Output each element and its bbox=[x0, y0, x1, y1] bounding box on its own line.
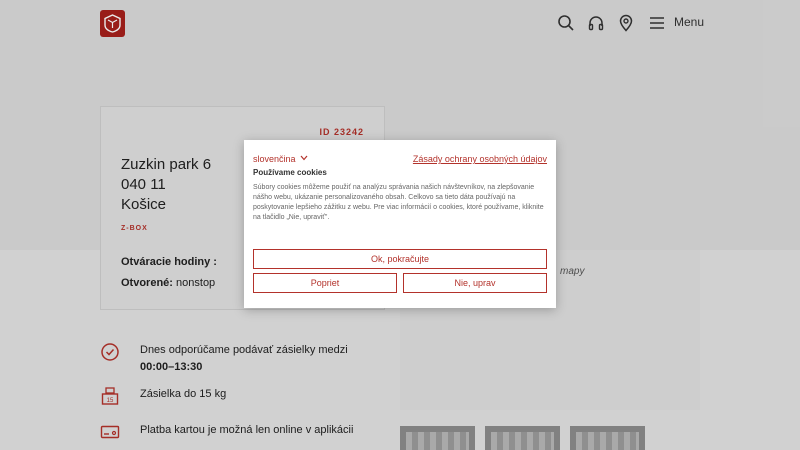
cookie-dialog-title: Používame cookies bbox=[253, 168, 327, 177]
cookie-settings-button[interactable]: Nie, uprav bbox=[403, 273, 547, 293]
cookie-dialog: slovenčina Zásady ochrany osobných údajo… bbox=[244, 140, 556, 308]
chevron-down-icon[interactable] bbox=[300, 155, 308, 161]
reject-cookies-button[interactable]: Popriet bbox=[253, 273, 397, 293]
cookie-dialog-body: Súbory cookies môžeme použiť na analýzu … bbox=[253, 184, 544, 221]
accept-cookies-button[interactable]: Ok, pokračujte bbox=[253, 249, 547, 269]
language-selector[interactable]: slovenčina bbox=[253, 154, 296, 164]
privacy-policy-link[interactable]: Zásady ochrany osobných údajov bbox=[413, 154, 547, 164]
